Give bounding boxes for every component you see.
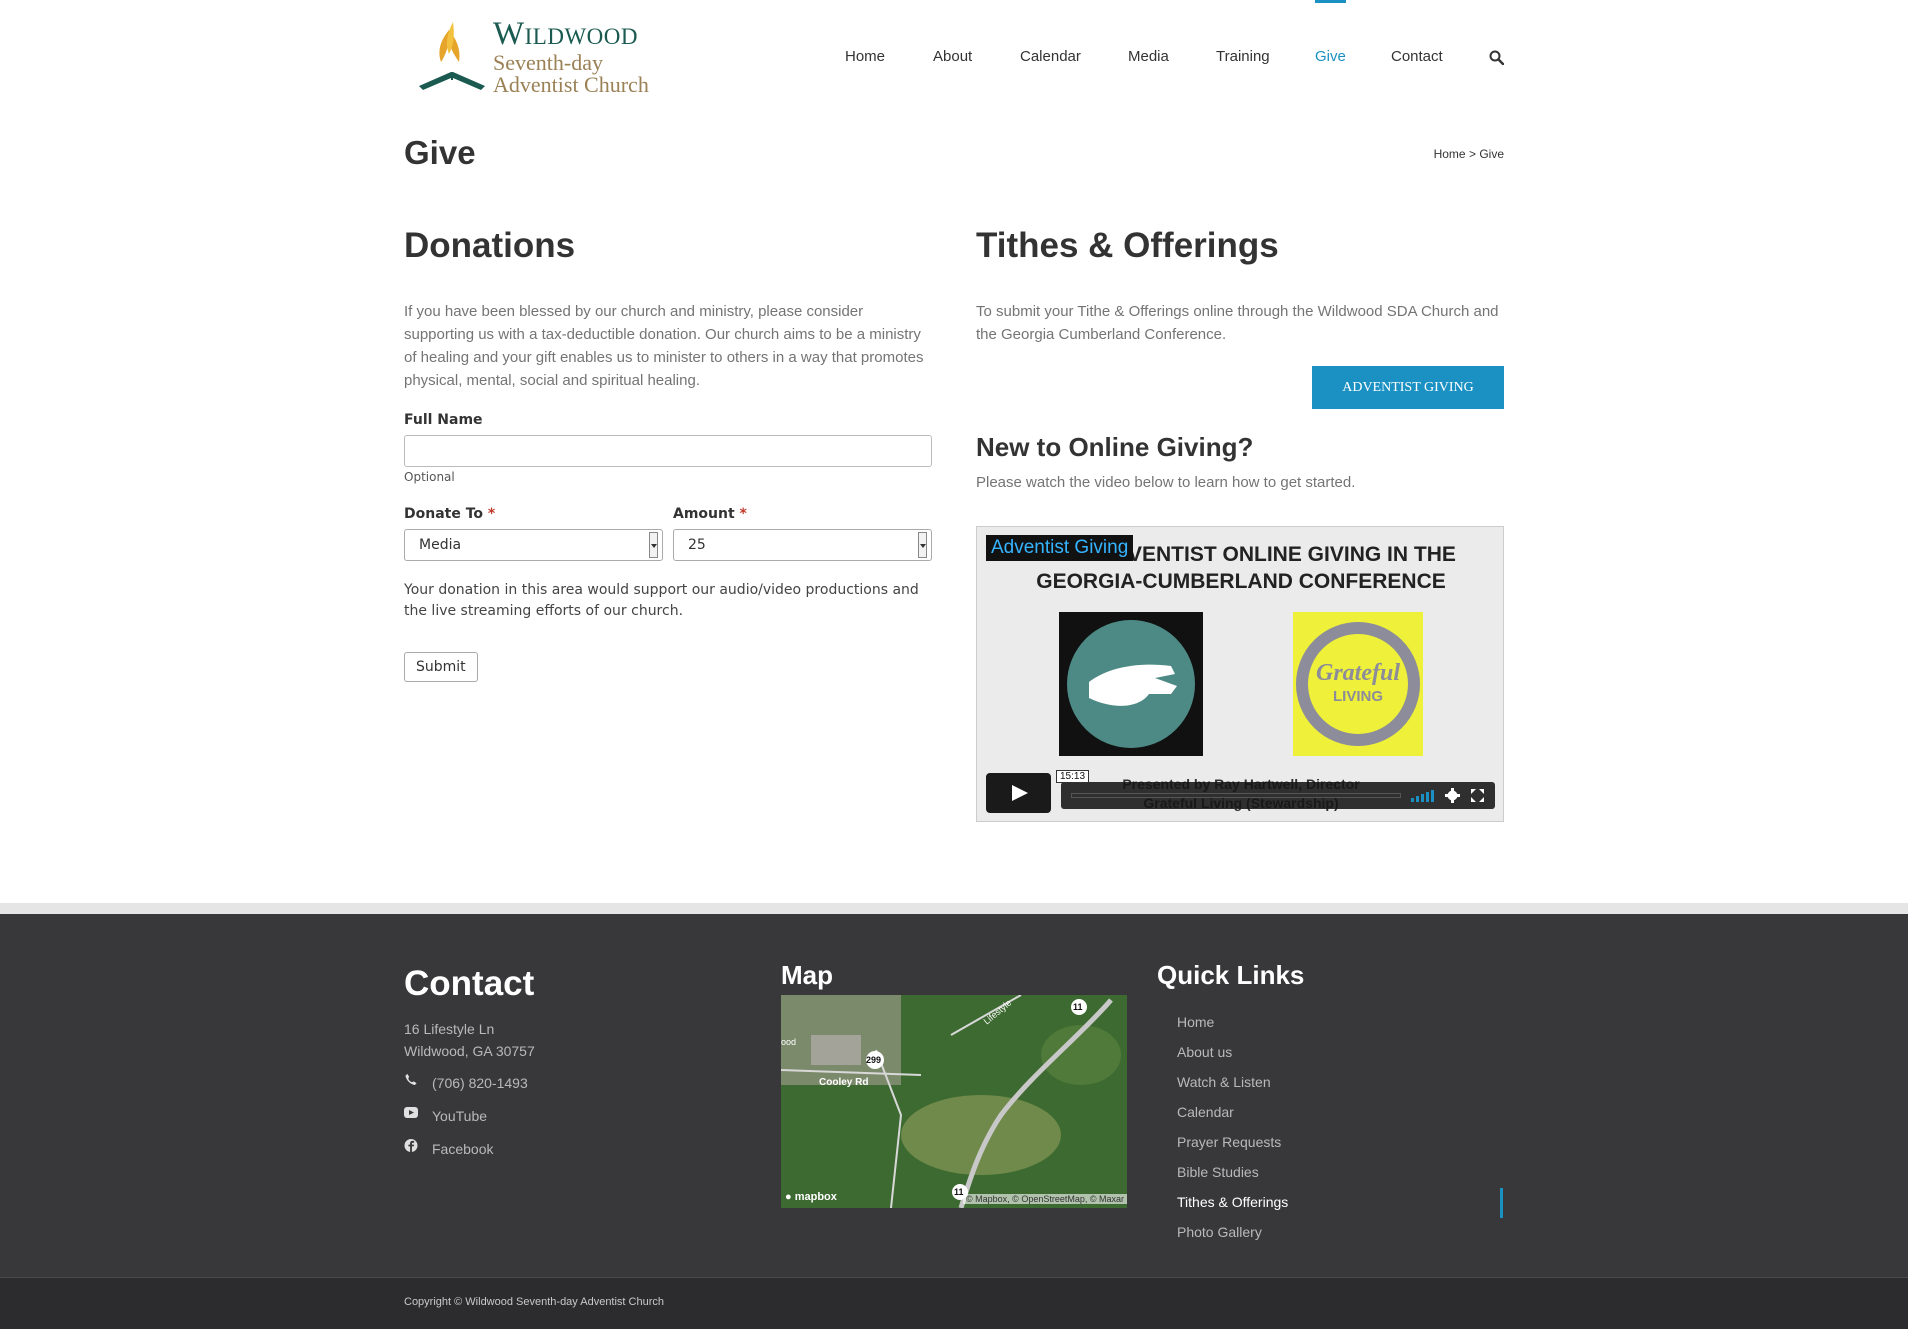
nav-about[interactable]: About [933, 48, 972, 65]
map-route-299: 299 [866, 1055, 882, 1065]
map-widget[interactable]: 299 11 11 Cooley Rd ood Lifestyle ● mapb… [781, 995, 1127, 1208]
breadcrumb-separator: > [1468, 147, 1476, 161]
map-road-label: Cooley Rd [819, 1077, 869, 1088]
video-badge: Adventist Giving [986, 535, 1134, 561]
copyright-text: Copyright © Wildwood Seventh-day Adventi… [404, 1296, 665, 1308]
active-nav-indicator [1315, 0, 1346, 3]
amount-value: 25 [688, 537, 706, 553]
donations-heading: Donations [404, 226, 576, 265]
quick-link-photo-gallery[interactable]: Photo Gallery [1177, 1224, 1262, 1240]
video-progress-bar[interactable] [1071, 793, 1401, 798]
map-route-11-top: 11 [1073, 1002, 1083, 1012]
grateful-living-line-1: Grateful [1316, 660, 1400, 686]
grateful-living-image: Grateful LIVING [1293, 612, 1423, 756]
donation-help-text: Your donation in this area would support… [404, 582, 919, 619]
nav-contact[interactable]: Contact [1391, 48, 1443, 65]
gear-icon[interactable] [1445, 788, 1460, 803]
footer-quick-links-heading: Quick Links [1157, 960, 1305, 990]
chevron-down-icon [918, 532, 927, 558]
address-line-1: 16 Lifestyle Ln [404, 1021, 495, 1037]
quick-link-watch-listen[interactable]: Watch & Listen [1177, 1074, 1271, 1090]
volume-icon[interactable] [1411, 789, 1435, 802]
amount-label: Amount * [673, 506, 747, 522]
full-name-hint: Optional [404, 470, 455, 484]
online-giving-text: Please watch the video below to learn ho… [976, 474, 1356, 491]
facebook-link[interactable]: Facebook [432, 1141, 493, 1157]
video-headline-line-2: GEORGIA-CUMBERLAND CONFERENCE [1036, 570, 1446, 593]
play-icon [1012, 785, 1028, 801]
tithes-intro: To submit your Tithe & Offerings online … [976, 303, 1499, 343]
facebook-icon [404, 1139, 418, 1152]
breadcrumb-current: Give [1479, 147, 1504, 161]
copyright-bar: Copyright © Wildwood Seventh-day Adventi… [0, 1277, 1908, 1329]
quick-link-calendar[interactable]: Calendar [1177, 1104, 1234, 1120]
adventist-giving-button[interactable]: ADVENTIST GIVING [1312, 366, 1504, 409]
page-title: Give [404, 134, 476, 171]
active-link-indicator [1500, 1188, 1503, 1218]
breadcrumb-home[interactable]: Home [1434, 147, 1466, 161]
mapbox-logo-text: mapbox [794, 1191, 837, 1203]
donate-to-select[interactable]: Media [404, 529, 663, 561]
phone-icon [405, 1073, 417, 1086]
quick-link-tithes-offerings[interactable]: Tithes & Offerings [1177, 1194, 1288, 1210]
full-name-label: Full Name [404, 412, 483, 428]
youtube-icon [404, 1107, 418, 1118]
giving-hand-image [1059, 612, 1203, 756]
video-player[interactable]: USING ADVENTIST ONLINE GIVING IN THE GEO… [976, 526, 1504, 822]
donations-intro: If you have been blessed by our church a… [404, 303, 924, 389]
satellite-map-image [781, 995, 1127, 1208]
footer-map-heading: Map [781, 960, 833, 990]
donate-to-label: Donate To * [404, 506, 495, 522]
map-attribution[interactable]: © Mapbox, © OpenStreetMap, © Maxar [963, 1194, 1127, 1204]
youtube-link[interactable]: YouTube [432, 1108, 487, 1124]
mapbox-logo-icon: ● [785, 1191, 792, 1203]
phone-link[interactable]: (706) 820-1493 [432, 1075, 528, 1091]
required-mark: * [739, 506, 747, 522]
main-nav: Home About Calendar Media Training Give … [0, 0, 1908, 110]
quick-link-home[interactable]: Home [1177, 1014, 1214, 1030]
chevron-down-icon [649, 532, 658, 558]
amount-label-text: Amount [673, 506, 735, 522]
play-button[interactable] [986, 773, 1051, 813]
address-line-2: Wildwood, GA 30757 [404, 1043, 535, 1059]
donate-to-value: Media [419, 537, 462, 553]
quick-link-bible-studies[interactable]: Bible Studies [1177, 1164, 1259, 1180]
tithes-heading: Tithes & Offerings [976, 226, 1279, 265]
amount-select[interactable]: 25 [673, 529, 932, 561]
donate-to-label-text: Donate To [404, 506, 484, 522]
fullscreen-icon[interactable] [1471, 789, 1484, 802]
grateful-living-line-2: LIVING [1332, 688, 1383, 705]
video-controls [1061, 782, 1495, 809]
quick-link-about-us[interactable]: About us [1177, 1044, 1232, 1060]
nav-training[interactable]: Training [1216, 48, 1270, 65]
nav-give[interactable]: Give [1315, 48, 1346, 65]
nav-media[interactable]: Media [1128, 48, 1169, 65]
map-place-label: ood [781, 1037, 797, 1047]
full-name-input[interactable] [404, 435, 932, 467]
required-mark: * [487, 506, 496, 522]
search-icon[interactable] [1489, 50, 1504, 65]
quick-link-prayer-requests[interactable]: Prayer Requests [1177, 1134, 1281, 1150]
video-duration: 15:13 [1056, 770, 1090, 783]
mapbox-logo: ● mapbox [785, 1191, 837, 1203]
nav-home[interactable]: Home [845, 48, 885, 65]
footer-contact-heading: Contact [404, 964, 535, 1003]
submit-button[interactable]: Submit [404, 652, 478, 682]
nav-calendar[interactable]: Calendar [1020, 48, 1081, 65]
online-giving-heading: New to Online Giving? [976, 432, 1254, 462]
giving-hand-icon [1067, 620, 1195, 748]
breadcrumb: Home > Give [1434, 147, 1504, 161]
